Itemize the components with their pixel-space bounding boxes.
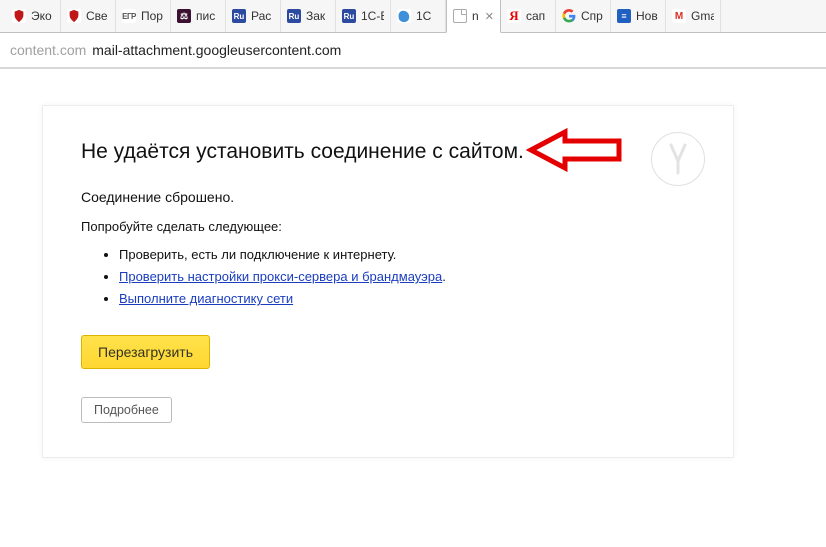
error-suggestions-list: Проверить, есть ли подключение к интерне…	[119, 244, 693, 310]
proxy-settings-link[interactable]: Проверить настройки прокси-сервера и бра…	[119, 269, 442, 284]
tab-pis[interactable]: ⚖ пис	[171, 0, 226, 32]
tab-label: 1С	[416, 9, 439, 23]
tab-nov[interactable]: ≡ Нов	[611, 0, 666, 32]
tab-1ce[interactable]: Ru 1С-Е	[336, 0, 391, 32]
google-icon	[562, 9, 576, 23]
tab-label: Спр	[581, 9, 604, 23]
yandex-icon: Я	[507, 9, 521, 23]
error-subtitle: Соединение сброшено.	[81, 189, 693, 205]
address-prefix: content.com	[10, 42, 86, 58]
reload-button[interactable]: Перезагрузить	[81, 335, 210, 369]
error-card: Не удаётся установить соединение с сайто…	[42, 105, 734, 458]
news-icon: ≡	[617, 9, 631, 23]
gmail-icon: M	[672, 9, 686, 23]
tab-label: Зак	[306, 9, 329, 23]
tab-zak[interactable]: Ru Зак	[281, 0, 336, 32]
tab-gmail[interactable]: M Gma	[666, 0, 721, 32]
tab-1c[interactable]: 1С	[391, 0, 446, 32]
error-title: Не удаётся установить соединение с сайто…	[81, 138, 693, 165]
tab-ras[interactable]: Ru Рас	[226, 0, 281, 32]
yandex-browser-logo-icon	[651, 132, 705, 186]
list-item: Выполните диагностику сети	[119, 288, 693, 310]
tab-por[interactable]: ЕГР Пор	[116, 0, 171, 32]
tab-active[interactable]: n ✕	[446, 0, 501, 33]
tab-label: Нов	[636, 9, 659, 23]
tab-spr[interactable]: Спр	[556, 0, 611, 32]
tab-label: Пор	[141, 9, 164, 23]
tab-label: Эко	[31, 9, 54, 23]
tab-eco[interactable]: Эко	[6, 0, 61, 32]
address-host: mail-attachment.googleusercontent.com	[92, 42, 341, 58]
ru-icon: Ru	[342, 9, 356, 23]
tab-sve[interactable]: Све	[61, 0, 116, 32]
tab-strip: Эко Све ЕГР Пор ⚖ пис Ru Рас Ru Зак Ru 1…	[0, 0, 826, 33]
efp-icon: ЕГР	[122, 9, 136, 23]
error-try-label: Попробуйте сделать следующее:	[81, 219, 693, 234]
tab-label: n	[472, 9, 478, 23]
suggestion-text: Проверить, есть ли подключение к интерне…	[119, 247, 396, 262]
close-icon[interactable]: ✕	[485, 10, 494, 23]
tab-label: Gma	[691, 9, 714, 23]
page-viewport: Не удаётся установить соединение с сайто…	[0, 69, 826, 547]
tab-label: 1С-Е	[361, 9, 384, 23]
browser-icon	[397, 9, 411, 23]
details-button[interactable]: Подробнее	[81, 397, 172, 423]
address-bar[interactable]: content.com mail-attachment.googleuserco…	[0, 33, 826, 69]
ru-icon: Ru	[232, 9, 246, 23]
shield-icon	[12, 9, 26, 23]
list-item: Проверить настройки прокси-сервера и бра…	[119, 266, 693, 288]
tab-sap[interactable]: Я сап	[501, 0, 556, 32]
tab-label: Рас	[251, 9, 274, 23]
tab-label: пис	[196, 9, 219, 23]
ru-icon: Ru	[287, 9, 301, 23]
list-item: Проверить, есть ли подключение к интерне…	[119, 244, 693, 266]
scales-icon: ⚖	[177, 9, 191, 23]
shield-icon	[67, 9, 81, 23]
tab-label: сап	[526, 9, 549, 23]
network-diagnostics-link[interactable]: Выполните диагностику сети	[119, 291, 293, 306]
tab-label: Све	[86, 9, 109, 23]
document-icon	[453, 9, 467, 23]
